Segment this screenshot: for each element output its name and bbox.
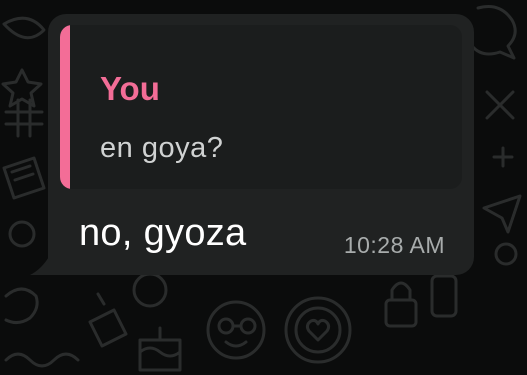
message-bubble[interactable]: You en goya? no, gyoza 10:28 AM [48, 14, 474, 275]
paper-plane-doodle [482, 194, 522, 234]
ring-doodle [8, 220, 36, 248]
tube-doodle [88, 292, 128, 348]
wavy-line-doodle [4, 352, 80, 368]
sparkle-doodle [492, 146, 514, 168]
quote-author: You [100, 70, 160, 107]
hand-doodle [4, 287, 39, 325]
plus-cross-doodle [485, 90, 515, 120]
lock-doodle [384, 281, 418, 328]
quoted-reply[interactable]: You en goya? [60, 25, 462, 189]
circle-doodle [132, 272, 168, 308]
bubble-doodle-right [494, 242, 518, 266]
heart-target-doodle [284, 296, 352, 364]
quote-accent-bar [60, 25, 70, 189]
phone-doodle [430, 274, 458, 318]
leaf-doodle [2, 16, 46, 40]
chat-bubble-doodle [470, 5, 517, 60]
star-doodle [1, 68, 43, 108]
message-timestamp: 10:28 AM [343, 232, 445, 258]
quote-text: en goya? [100, 132, 224, 164]
face-with-glasses-doodle [206, 300, 266, 360]
cake-doodle [138, 326, 182, 372]
message-text: no, gyoza [79, 212, 247, 254]
note-doodle [2, 156, 46, 200]
bubble-tail [30, 255, 50, 275]
